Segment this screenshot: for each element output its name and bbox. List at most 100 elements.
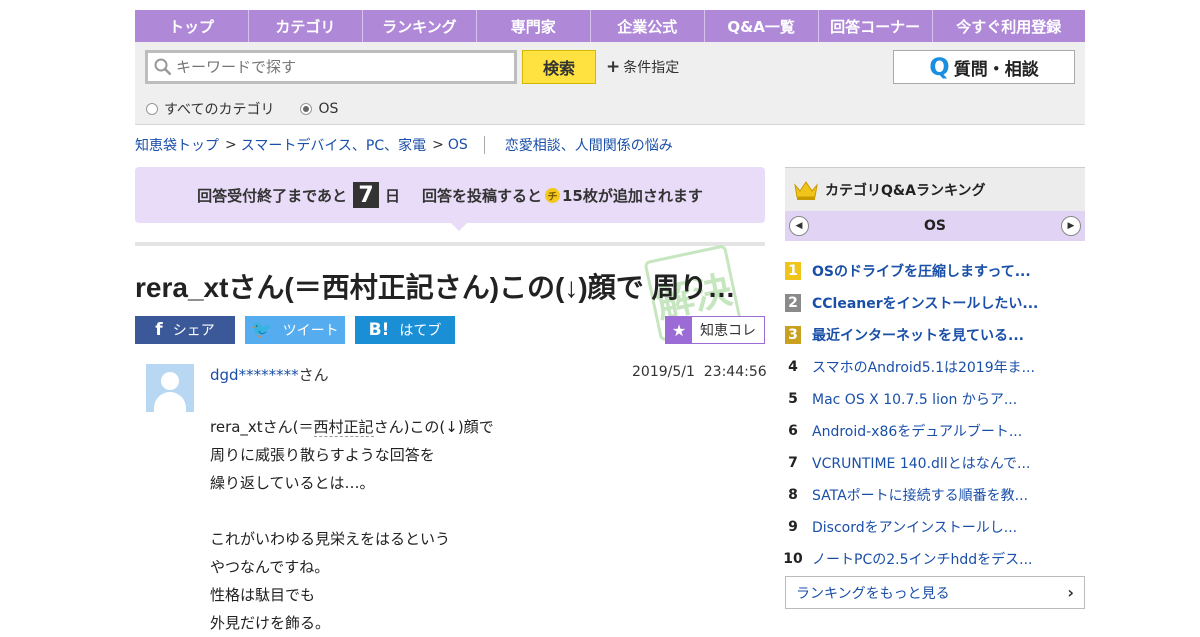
twitter-share-label: ツイート	[282, 323, 339, 339]
coin-icon: チ	[545, 187, 560, 203]
rank-number: 4	[788, 359, 798, 375]
ranking-question-link[interactable]: Android-x86をデュアルブート...	[812, 421, 1022, 441]
ranking-question-link[interactable]: CCleanerをインストールしたい...	[812, 293, 1038, 313]
q-icon: Q	[929, 53, 950, 81]
hatena-bookmark-button[interactable]: B! はてブ	[355, 316, 455, 344]
more-ranking-label: ランキングをもっと見る	[796, 585, 950, 602]
search-button[interactable]: 検索	[522, 50, 596, 84]
conditions-label: 条件指定	[623, 60, 680, 76]
search-box[interactable]	[145, 50, 517, 84]
days-remaining: 7	[352, 182, 379, 208]
plus-icon: +	[606, 57, 621, 77]
answer-body: rera_xtさん(＝西村正記さん)この(↓)顔で 周りに威張り散らすような回答…	[210, 413, 710, 637]
nav-official[interactable]: 企業公式	[591, 10, 705, 42]
ranking-question-link[interactable]: SATAポートに接続する順番を教...	[812, 485, 1028, 505]
breadcrumb-devices[interactable]: スマートデバイス、PC、家電	[241, 135, 426, 155]
rank-number: 8	[788, 487, 798, 503]
hatena-label: はてブ	[399, 323, 442, 339]
avatar[interactable]	[146, 364, 194, 412]
radio-dot	[146, 103, 158, 115]
notice-prefix: 回答受付終了まであと	[197, 186, 347, 205]
ranking-question-link[interactable]: 最近インターネットを見ている...	[812, 325, 1024, 345]
chiecolle-button[interactable]: ★ 知恵コレ	[665, 316, 765, 344]
conditions-link[interactable]: + 条件指定	[606, 57, 679, 77]
answer-deadline-notice: 回答受付終了まであと 7 日 回答を投稿すると チ 15枚が追加されます	[135, 167, 765, 231]
breadcrumb-divider	[483, 136, 485, 154]
answer-line: やつなんですね。	[210, 558, 330, 576]
ranking-item[interactable]: 7 VCRUNTIME 140.dllとはなんで...	[785, 447, 1085, 479]
next-category-icon[interactable]: ▶	[1060, 216, 1081, 236]
related-category-link[interactable]: 恋愛相談、人間関係の悩み	[505, 135, 673, 155]
rank-number: 7	[788, 455, 798, 471]
nav-experts[interactable]: 専門家	[477, 10, 591, 42]
ask-label: 質問・相談	[953, 59, 1039, 80]
ranking-question-link[interactable]: Mac OS X 10.7.5 lion からア...	[812, 389, 1017, 409]
breadcrumb: 知恵袋トップ > スマートデバイス、PC、家電 > OS 恋愛相談、人間関係の悩…	[135, 135, 673, 155]
ranking-item[interactable]: 1 OSのドライブを圧縮しますって...	[785, 255, 1085, 287]
ranking-item[interactable]: 10 ノートPCの2.5インチhddをデス...	[783, 543, 1085, 575]
ranking-item[interactable]: 8 SATAポートに接続する順番を教...	[785, 479, 1085, 511]
radio-os-label: OS	[318, 101, 339, 117]
search-area: 検索 +条件指定 Q質問・相談 すべてのカテゴリ OS	[135, 42, 1085, 125]
ranking-title: カテゴリQ&Aランキング	[825, 182, 986, 199]
radio-all-label: すべてのカテゴリ	[164, 102, 275, 118]
notice-middle: 回答を投稿すると	[421, 186, 542, 205]
category-scope: すべてのカテゴリ OS	[146, 99, 364, 119]
ask-question-button[interactable]: Q 質問・相談	[893, 50, 1075, 84]
ranking-question-link[interactable]: Discordをアンインストールし...	[812, 517, 1017, 537]
hatena-icon: B!	[368, 320, 390, 340]
ranking-question-link[interactable]: OSのドライブを圧縮しますって...	[812, 261, 1031, 281]
rank-number: 2	[785, 294, 801, 312]
nav-qa-list[interactable]: Q&A一覧	[705, 10, 819, 42]
rank-number: 10	[783, 551, 803, 567]
nav-ranking[interactable]: ランキング	[363, 10, 477, 42]
ranking-category: OS	[924, 218, 946, 234]
nav-top[interactable]: トップ	[135, 10, 249, 42]
ranking-item[interactable]: 4 スマホのAndroid5.1は2019年ま...	[785, 351, 1085, 383]
prev-category-icon[interactable]: ◀	[789, 216, 809, 236]
answer-line: 性格は駄目でも	[210, 586, 316, 604]
ranking-question-link[interactable]: VCRUNTIME 140.dllとはなんで...	[812, 453, 1030, 473]
ranking-item[interactable]: 9 Discordをアンインストールし...	[785, 511, 1085, 543]
search-input[interactable]	[176, 58, 496, 76]
facebook-icon: f	[155, 320, 163, 340]
answer-line: 繰り返しているとは…。	[210, 474, 375, 492]
ranking-item[interactable]: 5 Mac OS X 10.7.5 lion からア...	[785, 383, 1085, 415]
ranking-list: 1 OSのドライブを圧縮しますって... 2 CCleanerをインストールしたい..…	[783, 255, 1085, 575]
breadcrumb-separator: >	[225, 137, 237, 153]
question-title: rera_xtさん(＝西村正記さん)この(↓)顔で 周り…	[135, 272, 736, 303]
twitter-share-button[interactable]: 🐦 ツイート	[245, 316, 345, 344]
ranking-item[interactable]: 6 Android-x86をデュアルブート...	[785, 415, 1085, 447]
nav-register[interactable]: 今すぐ利用登録	[933, 10, 1085, 42]
divider	[135, 242, 765, 246]
breadcrumb-top[interactable]: 知恵袋トップ	[135, 135, 219, 155]
facebook-share-button[interactable]: f シェア	[135, 316, 235, 344]
twitter-icon: 🐦	[251, 320, 273, 340]
answer-line: 周りに威張り散らすような回答を	[210, 446, 435, 464]
author-link[interactable]: dgd********	[210, 366, 299, 384]
ranking-header: カテゴリQ&Aランキング	[785, 167, 1085, 211]
nav-category[interactable]: カテゴリ	[249, 10, 363, 42]
answer-line: これがいわゆる見栄えをはるという	[210, 530, 451, 548]
ranking-item[interactable]: 3 最近インターネットを見ている...	[785, 319, 1085, 351]
share-buttons: f シェア 🐦 ツイート B! はてブ	[135, 316, 465, 344]
star-icon: ★	[666, 317, 692, 343]
rank-number: 6	[788, 423, 798, 439]
chiecolle-label: 知恵コレ	[700, 323, 756, 339]
days-unit: 日	[384, 186, 400, 205]
breadcrumb-os[interactable]: OS	[448, 137, 468, 153]
rank-number: 3	[785, 326, 801, 344]
search-icon	[154, 58, 172, 76]
crown-icon	[794, 180, 818, 200]
answer-line: rera_xtさん(＝西村正記さん)この(↓)顔で	[210, 418, 494, 437]
ranking-item[interactable]: 2 CCleanerをインストールしたい...	[785, 287, 1085, 319]
more-ranking-link[interactable]: ランキングをもっと見る ›	[785, 576, 1085, 609]
answer-line	[210, 497, 710, 525]
radio-dot-selected	[300, 103, 313, 115]
radio-all-categories[interactable]: すべてのカテゴリ	[146, 99, 274, 119]
answer-author: dgd********さん	[210, 364, 329, 385]
nav-answer-corner[interactable]: 回答コーナー	[819, 10, 933, 42]
radio-os[interactable]: OS	[300, 99, 338, 119]
ranking-question-link[interactable]: スマホのAndroid5.1は2019年ま...	[812, 357, 1035, 377]
ranking-question-link[interactable]: ノートPCの2.5インチhddをデス...	[812, 549, 1032, 569]
